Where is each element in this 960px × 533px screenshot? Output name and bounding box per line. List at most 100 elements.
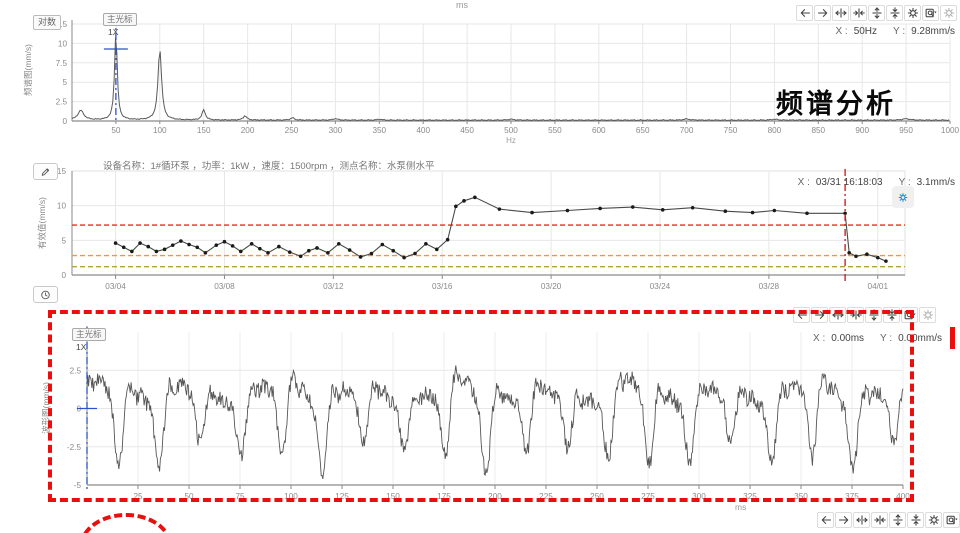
waveform-cursor-tag[interactable]: 主光标	[72, 328, 106, 341]
trend-point	[446, 238, 450, 242]
svg-text:400: 400	[896, 492, 910, 501]
trend-point	[751, 211, 755, 215]
readout-y-label: Y :	[899, 177, 911, 188]
svg-text:300: 300	[329, 126, 343, 135]
compress-h-icon	[874, 514, 886, 526]
trend-point	[598, 207, 602, 211]
compress-h-icon	[850, 309, 862, 321]
gear-light-button[interactable]	[919, 307, 936, 323]
trend-point	[391, 249, 395, 253]
trend-point	[171, 243, 175, 247]
svg-text:200: 200	[488, 492, 502, 501]
trend-point	[326, 251, 330, 255]
trend-y-axis-label: 有效值(mm/s)	[36, 197, 48, 249]
expand-h-button[interactable]	[832, 5, 849, 21]
zoom-select-icon	[904, 309, 916, 321]
compress-v-button[interactable]	[883, 307, 900, 323]
readout-y-value: 9.28mm/s	[911, 26, 955, 37]
trend-point	[661, 208, 665, 212]
gear-button[interactable]	[904, 5, 921, 21]
svg-text:450: 450	[460, 126, 474, 135]
expand-v-button[interactable]	[889, 512, 906, 528]
expand-v-button[interactable]	[865, 307, 882, 323]
expand-h-button[interactable]	[853, 512, 870, 528]
svg-text:03/12: 03/12	[323, 282, 344, 291]
svg-text:100: 100	[153, 126, 167, 135]
trend-point	[424, 242, 428, 246]
compress-v-button[interactable]	[907, 512, 924, 528]
trend-settings-button[interactable]	[892, 186, 914, 208]
compress-v-button[interactable]	[886, 5, 903, 21]
zoom-select-button[interactable]	[943, 512, 960, 528]
svg-text:200: 200	[241, 126, 255, 135]
trend-point	[359, 255, 363, 259]
svg-text:7.5: 7.5	[56, 59, 68, 68]
trend-x-ticks: 03/0403/0803/1203/1603/2003/2403/2804/01	[105, 275, 888, 291]
log-scale-button[interactable]: 对数	[33, 15, 61, 30]
trend-point	[724, 209, 728, 213]
svg-text:03/08: 03/08	[214, 282, 235, 291]
trend-point	[266, 251, 270, 255]
waveform-harmonic-label: 1X	[76, 342, 86, 352]
trend-point	[854, 254, 858, 258]
svg-text:950: 950	[899, 126, 913, 135]
svg-text:25: 25	[133, 492, 143, 501]
expand-h-button[interactable]	[829, 307, 846, 323]
trend-point	[163, 248, 167, 252]
waveform-y-axis-label: 波形图(mm/s)	[40, 382, 52, 434]
gear-light-button[interactable]	[940, 5, 957, 21]
trend-point	[231, 244, 235, 248]
svg-text:850: 850	[811, 126, 825, 135]
svg-text:400: 400	[416, 126, 430, 135]
history-time-button[interactable]	[33, 286, 58, 303]
trend-point	[155, 250, 159, 254]
compress-h-button[interactable]	[847, 307, 864, 323]
svg-text:150: 150	[386, 492, 400, 501]
compress-h-button[interactable]	[850, 5, 867, 21]
trend-point	[435, 248, 439, 252]
readout-y-label: Y :	[880, 333, 892, 344]
trend-point	[691, 206, 695, 210]
compress-h-button[interactable]	[871, 512, 888, 528]
arrow-right-icon	[817, 7, 829, 19]
trend-point	[847, 251, 851, 255]
edit-button[interactable]	[33, 163, 58, 180]
trend-point	[204, 251, 208, 255]
svg-text:550: 550	[548, 126, 562, 135]
spectrum-cursor-tag[interactable]: 主光标	[103, 13, 137, 26]
trend-point	[473, 196, 477, 200]
trend-point	[187, 243, 191, 247]
arrow-left-icon	[796, 309, 808, 321]
zoom-select-button[interactable]	[901, 307, 918, 323]
svg-text:10: 10	[57, 202, 67, 211]
arrow-left-button[interactable]	[817, 512, 834, 528]
readout-y-value: 3.1mm/s	[917, 177, 955, 188]
arrow-right-button[interactable]	[835, 512, 852, 528]
svg-text:15: 15	[57, 167, 67, 176]
arrow-right-button[interactable]	[811, 307, 828, 323]
arrow-right-button[interactable]	[814, 5, 831, 21]
zoom-select-button[interactable]	[922, 5, 939, 21]
svg-text:125: 125	[335, 492, 349, 501]
app-window: ms 5010015020025030035040045050055060065…	[0, 0, 960, 533]
arrow-left-button[interactable]	[793, 307, 810, 323]
trend-point	[114, 241, 118, 245]
spectrum-y-ticks: 12.5107.552.50	[51, 20, 67, 126]
svg-text:250: 250	[590, 492, 604, 501]
svg-text:-2.5: -2.5	[67, 443, 82, 452]
expand-v-button[interactable]	[868, 5, 885, 21]
svg-text:175: 175	[437, 492, 451, 501]
trend-point	[250, 242, 254, 246]
svg-text:750: 750	[724, 126, 738, 135]
gear-icon	[928, 514, 940, 526]
gear-button[interactable]	[925, 512, 942, 528]
zoom-select-icon	[925, 7, 937, 19]
top-axis-unit-label: ms	[456, 0, 468, 10]
trend-curve	[116, 197, 886, 261]
trend-point	[239, 250, 243, 254]
waveform-x-ticks: 2550751001251501752002252502753003253503…	[133, 485, 910, 501]
spectrum-x-ticks: 5010015020025030035040045050055060065070…	[111, 121, 959, 135]
spectrum-harmonic-label: 1X	[108, 27, 118, 37]
svg-text:1000: 1000	[941, 126, 960, 135]
arrow-left-button[interactable]	[796, 5, 813, 21]
